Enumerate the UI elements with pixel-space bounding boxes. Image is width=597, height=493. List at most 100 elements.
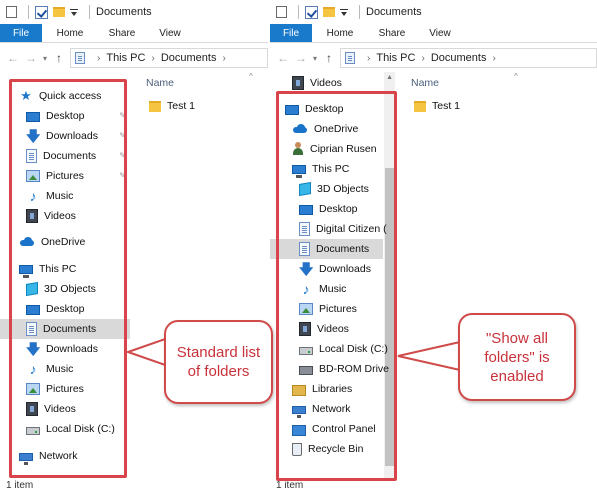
nav-item[interactable]: Pictures bbox=[270, 299, 383, 319]
forward-button[interactable]: → bbox=[292, 48, 310, 68]
checkmark-icon[interactable] bbox=[35, 5, 48, 19]
nav-item[interactable]: ★ Quick access bbox=[0, 86, 130, 106]
nav-item[interactable]: Documents ✎ bbox=[0, 146, 130, 166]
nav-item[interactable]: 🡇 Downloads bbox=[0, 339, 130, 359]
chevron-right-icon: › bbox=[367, 52, 371, 64]
tab-file[interactable]: File bbox=[0, 24, 42, 42]
nav-item[interactable]: Videos bbox=[0, 399, 130, 419]
music-icon: ♪ bbox=[302, 281, 310, 297]
sort-up-icon: ^ bbox=[514, 72, 518, 81]
file-name: Test 1 bbox=[432, 100, 461, 112]
address-field[interactable]: › This PC › Documents › bbox=[70, 48, 268, 68]
navigation-pane[interactable]: ▲ Videos Desktop OneDrive Ciprian Rusen This… bbox=[270, 72, 395, 479]
new-folder-icon[interactable] bbox=[53, 7, 65, 17]
file-row[interactable]: Test 1 bbox=[414, 100, 460, 112]
tab-file[interactable]: File bbox=[270, 24, 312, 42]
nav-item[interactable]: Local Disk (C:) bbox=[270, 339, 388, 359]
nav-item[interactable]: Local Disk (C:) bbox=[0, 419, 130, 439]
nav-item[interactable]: Pictures bbox=[0, 379, 130, 399]
window-title: Documents bbox=[96, 6, 152, 18]
tab-share[interactable]: Share bbox=[368, 24, 416, 42]
back-button[interactable]: ← bbox=[4, 48, 22, 68]
nav-item[interactable]: Videos bbox=[270, 73, 383, 93]
nav-item[interactable]: Control Panel bbox=[270, 419, 383, 439]
nav-item[interactable]: ♪ Music bbox=[0, 359, 130, 379]
nav-item[interactable]: ♪ Music bbox=[270, 279, 383, 299]
folder-icon bbox=[414, 100, 426, 112]
nav-item[interactable]: Pictures ✎ bbox=[0, 166, 130, 186]
window-title: Documents bbox=[366, 6, 422, 18]
nav-item-label: Local Disk (C:) bbox=[319, 343, 388, 355]
new-folder-icon[interactable] bbox=[323, 7, 335, 17]
address-field[interactable]: › This PC › Documents › bbox=[340, 48, 597, 68]
nav-item[interactable]: Desktop bbox=[270, 99, 383, 119]
title-bar: Documents bbox=[0, 0, 268, 24]
nav-item-label: Pictures bbox=[319, 303, 357, 315]
pin-icon: ✎ bbox=[119, 111, 126, 120]
nav-item[interactable]: Desktop bbox=[0, 299, 130, 319]
nav-item[interactable]: Videos bbox=[0, 206, 130, 226]
nav-item[interactable]: 🡇 Downloads bbox=[270, 259, 383, 279]
nav-scrollbar[interactable]: ▲ bbox=[384, 72, 395, 479]
breadcrumb-documents[interactable]: Documents bbox=[161, 52, 217, 64]
nav-item[interactable]: Libraries bbox=[270, 379, 383, 399]
properties-icon[interactable] bbox=[6, 6, 17, 18]
pictures-icon bbox=[26, 170, 40, 182]
back-button[interactable]: ← bbox=[274, 48, 292, 68]
nav-item[interactable]: OneDrive bbox=[0, 232, 130, 252]
tab-view[interactable]: View bbox=[416, 24, 464, 42]
customize-toolbar-icon[interactable] bbox=[340, 8, 348, 16]
address-bar: ← → ▾ ↑ › This PC › Documents › bbox=[0, 45, 268, 71]
nav-item-label: Documents bbox=[43, 150, 97, 162]
tab-share[interactable]: Share bbox=[98, 24, 146, 42]
nav-item-label: Control Panel bbox=[312, 423, 376, 435]
nav-item[interactable]: 3D Objects bbox=[0, 279, 130, 299]
customize-toolbar-icon[interactable] bbox=[70, 8, 78, 16]
tab-home[interactable]: Home bbox=[312, 24, 368, 42]
nav-item[interactable]: 3D Objects bbox=[270, 179, 383, 199]
nav-item[interactable]: Documents bbox=[270, 239, 383, 259]
nav-item[interactable]: Network bbox=[270, 399, 383, 419]
nav-item-label: Music bbox=[46, 190, 74, 202]
forward-button[interactable]: → bbox=[22, 48, 40, 68]
recent-locations-button[interactable]: ▾ bbox=[310, 48, 320, 68]
nav-item[interactable]: Ciprian Rusen bbox=[270, 139, 383, 159]
nav-item[interactable]: Desktop bbox=[270, 199, 383, 219]
nav-item[interactable]: ♪ Music bbox=[0, 186, 130, 206]
recent-locations-button[interactable]: ▾ bbox=[40, 48, 50, 68]
scroll-up-icon[interactable]: ▲ bbox=[386, 74, 393, 81]
nav-item[interactable]: OneDrive bbox=[270, 119, 383, 139]
nav-item[interactable]: Videos bbox=[270, 319, 383, 339]
ribbon-tabs: File Home Share View bbox=[270, 24, 597, 43]
properties-icon[interactable] bbox=[276, 6, 287, 18]
breadcrumb-documents[interactable]: Documents bbox=[431, 52, 487, 64]
network-icon bbox=[19, 453, 33, 465]
nav-item-label: Desktop bbox=[46, 303, 85, 315]
nav-item-label: Documents bbox=[43, 323, 97, 335]
nav-item[interactable]: Desktop ✎ bbox=[0, 106, 130, 126]
nav-item[interactable]: BD-ROM Drive bbox=[270, 359, 389, 379]
tab-home[interactable]: Home bbox=[42, 24, 98, 42]
checkmark-icon[interactable] bbox=[305, 5, 318, 19]
nav-item-label: BD-ROM Drive bbox=[319, 363, 389, 375]
nav-item-label: Desktop bbox=[46, 110, 85, 122]
up-button[interactable]: ↑ bbox=[320, 48, 338, 68]
nav-item[interactable]: This PC bbox=[270, 159, 383, 179]
tab-view[interactable]: View bbox=[146, 24, 194, 42]
nav-item[interactable]: 🡇 Downloads ✎ bbox=[0, 126, 130, 146]
nav-item[interactable]: Documents bbox=[0, 319, 130, 339]
nav-item[interactable]: Digital Citizen ( bbox=[270, 219, 387, 239]
scrollbar-thumb[interactable] bbox=[385, 168, 394, 466]
breadcrumb-this-pc[interactable]: This PC bbox=[376, 52, 415, 64]
this-pc-icon bbox=[19, 264, 33, 278]
up-button[interactable]: ↑ bbox=[50, 48, 68, 68]
nav-item[interactable]: This PC bbox=[0, 259, 130, 279]
column-header-name[interactable]: Name bbox=[146, 77, 174, 89]
column-header-name[interactable]: Name bbox=[411, 77, 439, 89]
navigation-pane[interactable]: ★ Quick access Desktop ✎ 🡇 Downloads ✎ Document… bbox=[0, 72, 130, 479]
file-row[interactable]: Test 1 bbox=[149, 100, 195, 112]
documents-icon bbox=[299, 242, 310, 256]
nav-item[interactable]: Network bbox=[0, 446, 130, 466]
breadcrumb-this-pc[interactable]: This PC bbox=[106, 52, 145, 64]
nav-item[interactable]: Recycle Bin bbox=[270, 439, 383, 459]
